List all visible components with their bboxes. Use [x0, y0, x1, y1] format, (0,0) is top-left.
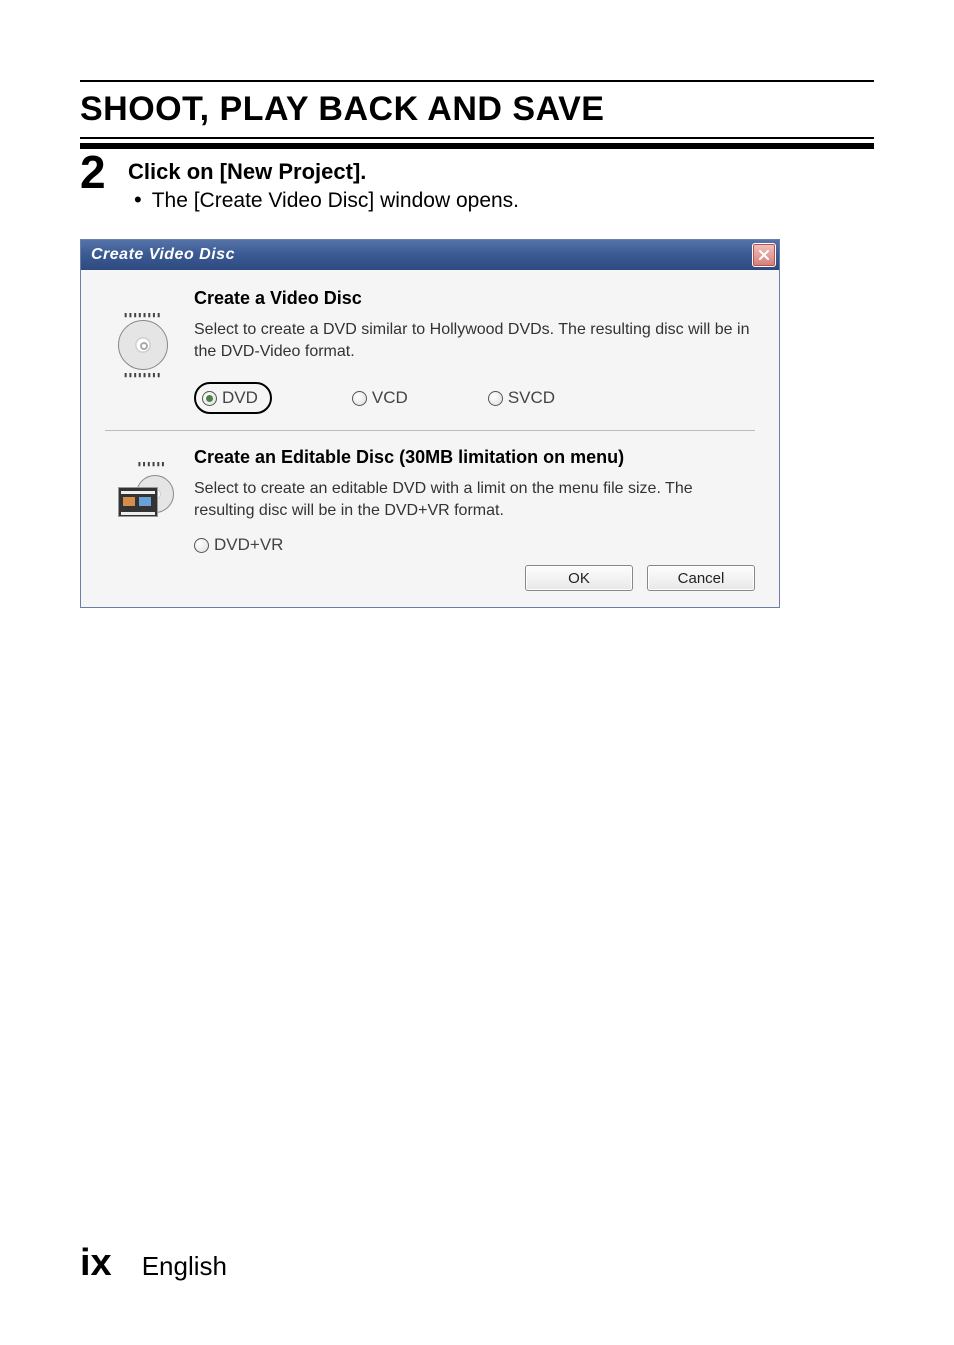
radio-dvd-highlight: DVD — [194, 382, 272, 414]
step-number: 2 — [80, 153, 128, 192]
radio-dvdvr[interactable]: DVD+VR — [194, 535, 755, 555]
page-language: English — [142, 1251, 227, 1282]
page-number: ix — [80, 1242, 112, 1285]
top-rule — [80, 80, 874, 82]
close-icon — [758, 249, 770, 261]
radio-dvd-label: DVD — [222, 388, 258, 408]
close-button[interactable] — [752, 243, 776, 267]
ok-button[interactable]: OK — [525, 565, 633, 591]
radio-vcd-label: VCD — [372, 388, 408, 408]
radio-svcd[interactable]: SVCD — [488, 382, 555, 414]
radio-svcd-label: SVCD — [508, 388, 555, 408]
section2-desc: Select to create an editable DVD with a … — [194, 478, 755, 521]
radio-dvd[interactable]: DVD — [202, 388, 258, 408]
step-2: 2 Click on [New Project]. • The [Create … — [80, 153, 874, 213]
dialog-titlebar: Create Video Disc — [81, 240, 779, 270]
section1-desc: Select to create a DVD similar to Hollyw… — [194, 319, 755, 362]
cancel-button[interactable]: Cancel — [647, 565, 755, 591]
radio-icon — [488, 391, 503, 406]
title-underline — [80, 137, 874, 149]
create-video-disc-dialog: Create Video Disc ▮▮▮▮▮▮▮▮ ▮▮▮▮▮▮▮▮ Crea… — [80, 239, 780, 608]
bullet-icon: • — [134, 189, 142, 211]
radio-icon — [352, 391, 367, 406]
step-sub-text: The [Create Video Disc] window opens. — [152, 189, 519, 213]
section-editable-disc: ▮▮▮▮▮▮ Create an Editable Disc (30MB lim… — [105, 447, 755, 555]
radio-icon — [194, 538, 209, 553]
ok-button-label: OK — [568, 570, 590, 587]
page-title: SHOOT, PLAY BACK AND SAVE — [80, 90, 874, 129]
dialog-body: ▮▮▮▮▮▮▮▮ ▮▮▮▮▮▮▮▮ Create a Video Disc Se… — [81, 270, 779, 607]
section1-heading: Create a Video Disc — [194, 288, 755, 309]
section-separator — [105, 430, 755, 431]
section2-heading: Create an Editable Disc (30MB limitation… — [194, 447, 755, 468]
step-title: Click on [New Project]. — [128, 159, 519, 185]
dialog-button-row: OK Cancel — [105, 565, 755, 591]
dialog-title: Create Video Disc — [91, 246, 235, 264]
radio-dvdvr-label: DVD+VR — [214, 535, 283, 555]
disc-icon: ▮▮▮▮▮▮▮▮ ▮▮▮▮▮▮▮▮ — [105, 288, 180, 370]
step-sub: • The [Create Video Disc] window opens. — [128, 189, 519, 213]
radio-vcd[interactable]: VCD — [352, 382, 408, 414]
format-radio-group: DVD VCD SVCD — [194, 382, 755, 414]
page-footer: ix English — [80, 1242, 227, 1285]
section-create-video-disc: ▮▮▮▮▮▮▮▮ ▮▮▮▮▮▮▮▮ Create a Video Disc Se… — [105, 288, 755, 420]
editable-disc-icon: ▮▮▮▮▮▮ — [105, 447, 180, 519]
radio-icon — [202, 391, 217, 406]
cancel-button-label: Cancel — [678, 570, 725, 587]
